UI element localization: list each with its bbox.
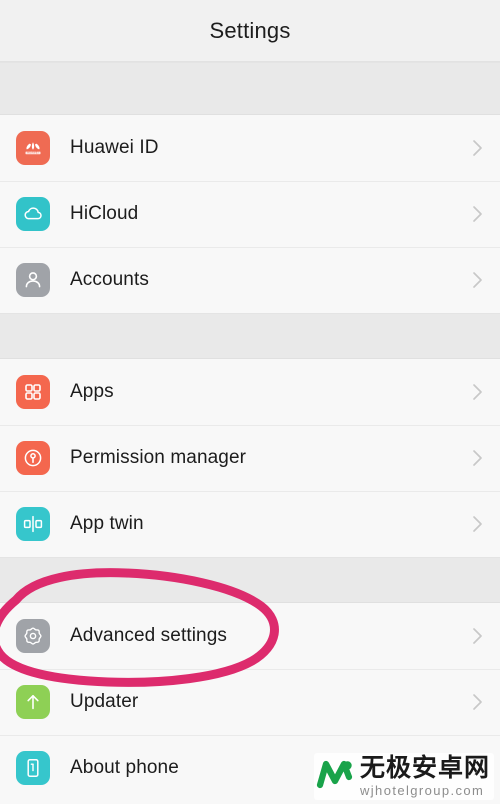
chevron-right-icon [470,269,484,291]
watermark-text: 无极安卓网 wjhotelgroup.com [359,754,490,798]
list-item-hicloud[interactable]: HiCloud [0,181,500,247]
chevron-right-icon [470,513,484,535]
list-item-label: Permission manager [70,447,247,468]
section-gap-middle [0,313,500,359]
list-item-label: Accounts [70,269,149,290]
list-item-label: HiCloud [70,203,139,224]
chevron-right-icon [470,381,484,403]
cloud-icon [16,197,50,231]
section-gap-bottom [0,557,500,603]
person-icon [16,263,50,297]
list-item-huawei-id[interactable]: HUAWEI Huawei ID [0,115,500,181]
accounts-section: HUAWEI Huawei ID HiCloud Accounts [0,115,500,313]
site-watermark: 无极安卓网 wjhotelgroup.com [313,753,494,800]
app-twin-icon [16,507,50,541]
huawei-logo-icon: HUAWEI [16,131,50,165]
grid-apps-icon [16,375,50,409]
list-item-apps[interactable]: Apps [0,359,500,425]
chevron-right-icon [470,691,484,713]
list-item-updater[interactable]: Updater [0,669,500,735]
section-gap-top [0,62,500,115]
list-item-label: Apps [70,381,114,402]
settings-scroll-area[interactable]: HUAWEI Huawei ID HiCloud Accounts Apps P… [0,62,500,804]
list-item-app-twin[interactable]: App twin [0,491,500,557]
list-item-accounts[interactable]: Accounts [0,247,500,313]
list-item-permission-manager[interactable]: Permission manager [0,425,500,491]
lock-circle-icon [16,441,50,475]
list-item-label: Advanced settings [70,625,227,646]
app-header: Settings [0,0,500,62]
up-arrow-icon [16,685,50,719]
gear-icon [16,619,50,653]
wj-logo-icon [316,757,354,796]
phone-icon [16,751,50,785]
list-item-label: App twin [70,513,144,534]
list-item-label: Updater [70,691,139,712]
svg-text:HUAWEI: HUAWEI [27,152,39,155]
chevron-right-icon [470,203,484,225]
page-title: Settings [209,17,291,43]
watermark-cn: 无极安卓网 [359,754,490,782]
apps-section: Apps Permission manager App twin [0,359,500,557]
chevron-right-icon [470,625,484,647]
list-item-label: Huawei ID [70,137,159,158]
chevron-right-icon [470,447,484,469]
watermark-url: wjhotelgroup.com [359,783,485,798]
chevron-right-icon [470,137,484,159]
list-item-advanced-settings[interactable]: Advanced settings [0,603,500,669]
